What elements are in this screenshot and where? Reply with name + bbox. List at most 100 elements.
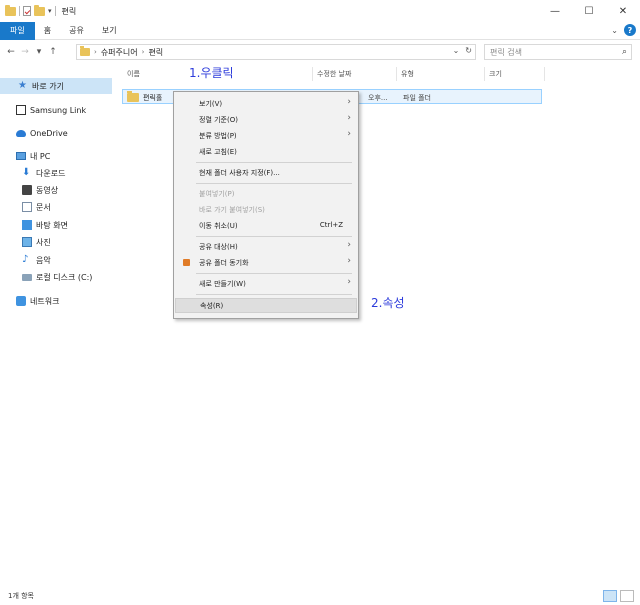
submenu-arrow-icon: ›	[347, 256, 351, 266]
file-type: 파일 폴더	[403, 94, 431, 102]
ribbon-expand-icon[interactable]: ⌄	[611, 26, 618, 35]
sidebar-item-pictures[interactable]: 사진	[0, 234, 112, 250]
properties-icon[interactable]	[23, 6, 31, 16]
close-button[interactable]: ✕	[606, 0, 640, 22]
menu-separator	[196, 273, 352, 274]
menu-item-label: 보기(V)	[199, 99, 223, 108]
search-placeholder: 편릭 검색	[490, 47, 522, 57]
up-arrow-icon[interactable]: ↑	[46, 45, 60, 59]
menu-item-customize-folder[interactable]: 현재 폴더 사용자 지정(F)...	[175, 165, 357, 180]
quick-access-toolbar: ▾	[0, 0, 56, 22]
menu-separator	[196, 183, 352, 184]
sidebar-item-label: OneDrive	[30, 128, 68, 138]
menu-item-group-by[interactable]: 분류 방법(P) ›	[175, 128, 357, 143]
column-header-type[interactable]: 유형	[397, 67, 485, 81]
recent-locations-dropdown[interactable]: ▾	[32, 45, 46, 59]
menu-item-label: 분류 방법(P)	[199, 131, 237, 140]
tab-home[interactable]: 홈	[35, 22, 60, 40]
sidebar-item-label: 다운로드	[36, 168, 66, 178]
menu-item-sync-shared-folder[interactable]: 공유 폴더 동기화 ›	[175, 255, 357, 270]
menu-item-undo-move[interactable]: 이동 취소(U) Ctrl+Z	[175, 218, 357, 233]
sidebar-item-label: 문서	[36, 202, 51, 212]
sync-icon	[183, 259, 190, 266]
window-controls: — ☐ ✕	[538, 0, 640, 22]
sidebar-item-documents[interactable]: 문서	[0, 199, 112, 215]
details-view-button[interactable]	[603, 590, 617, 602]
menu-item-label: 붙여넣기(P)	[199, 189, 235, 198]
new-folder-icon[interactable]	[34, 4, 45, 16]
sidebar-item-label: 바탕 화면	[36, 220, 68, 230]
sidebar-item-downloads[interactable]: ⬇ 다운로드	[0, 165, 112, 181]
column-header-size[interactable]: 크기	[485, 67, 545, 81]
menu-item-refresh[interactable]: 새로 고침(E)	[175, 144, 357, 159]
disk-icon	[22, 273, 32, 281]
forward-arrow-icon[interactable]: →	[18, 45, 32, 59]
maximize-button[interactable]: ☐	[572, 0, 606, 22]
menu-separator	[196, 294, 352, 295]
sidebar-item-this-pc[interactable]: 내 PC	[0, 148, 112, 164]
menu-item-view[interactable]: 보기(V) ›	[175, 96, 357, 111]
sidebar-item-videos[interactable]: 동영상	[0, 182, 112, 198]
sidebar-item-local-disk[interactable]: 로컬 디스크 (C:)	[0, 269, 112, 285]
menu-item-paste-shortcut[interactable]: 바로 가기 붙여넣기(S)	[175, 202, 357, 217]
tab-view[interactable]: 보기	[93, 22, 126, 40]
video-icon	[22, 185, 32, 195]
menu-item-label: 바로 가기 붙여넣기(S)	[199, 205, 265, 214]
menu-item-label: 속성(R)	[200, 301, 224, 310]
customize-toolbar-dropdown[interactable]: ▾	[48, 7, 52, 15]
star-icon: ★	[18, 80, 27, 91]
sidebar-item-desktop[interactable]: 바탕 화면	[0, 217, 112, 233]
menu-item-paste[interactable]: 붙여넣기(P)	[175, 186, 357, 201]
sidebar-item-label: 바로 가기	[32, 81, 64, 91]
menu-item-label: 공유 폴더 동기화	[199, 258, 249, 267]
search-icon[interactable]: ⌕	[622, 47, 627, 57]
sidebar-item-music[interactable]: ♪ 음악	[0, 252, 112, 268]
menu-item-sort-by[interactable]: 정렬 기준(O) ›	[175, 112, 357, 127]
sidebar-item-label: Samsung Link	[30, 105, 87, 115]
sidebar-item-samsung-link[interactable]: Samsung Link	[0, 102, 112, 118]
breadcrumb-item[interactable]: 편릭	[148, 47, 163, 58]
folder-icon	[127, 91, 139, 102]
samsung-link-icon	[16, 105, 26, 115]
desktop-icon	[22, 220, 32, 230]
large-icons-view-button[interactable]	[620, 590, 634, 602]
picture-icon	[22, 237, 32, 247]
sidebar-item-onedrive[interactable]: OneDrive	[0, 125, 112, 141]
refresh-icon[interactable]: ↻	[465, 46, 472, 55]
search-input[interactable]: 편릭 검색 ⌕	[484, 44, 632, 60]
sidebar-item-quick-access[interactable]: ★ 바로 가기	[0, 78, 112, 94]
menu-item-new[interactable]: 새로 만들기(W) ›	[175, 276, 357, 291]
sidebar-item-label: 네트워크	[30, 296, 60, 306]
address-dropdown-icon[interactable]: ⌄	[453, 46, 460, 55]
sidebar-item-network[interactable]: 네트워크	[0, 293, 112, 309]
music-icon: ♪	[22, 254, 29, 265]
menu-item-label: 현재 폴더 사용자 지정(F)...	[199, 168, 280, 177]
file-date: 오후...	[368, 94, 388, 102]
menu-item-label: 새로 만들기(W)	[199, 279, 246, 288]
folder-icon	[5, 4, 16, 16]
column-header-date[interactable]: 수정한 날짜	[313, 67, 397, 81]
menu-item-share-with[interactable]: 공유 대상(H) ›	[175, 239, 357, 254]
tab-share[interactable]: 공유	[60, 22, 93, 40]
file-name: 편릭홀	[143, 94, 163, 102]
address-bar[interactable]: › 슈퍼주니어 › 편릭 ⌄ ↻	[76, 44, 476, 60]
help-icon[interactable]: ?	[624, 24, 636, 36]
submenu-arrow-icon: ›	[347, 113, 351, 123]
navigation-bar: ← → ▾ ↑ › 슈퍼주니어 › 편릭 ⌄ ↻ 편릭 검색 ⌕	[0, 41, 640, 63]
title-bar: ▾ 편릭 — ☐ ✕	[0, 0, 640, 22]
navigation-pane: ★ 바로 가기 Samsung Link OneDrive 내 PC ⬇ 다운로…	[0, 75, 112, 585]
tab-file[interactable]: 파일	[0, 21, 35, 40]
status-bar: 1개 항목	[0, 587, 640, 605]
submenu-arrow-icon: ›	[347, 97, 351, 107]
minimize-button[interactable]: —	[538, 0, 572, 22]
menu-separator	[196, 162, 352, 163]
sidebar-item-label: 내 PC	[30, 151, 51, 161]
ribbon-tabs: 파일 홈 공유 보기 ⌄ ?	[0, 21, 640, 40]
sidebar-item-label: 동영상	[36, 185, 59, 195]
menu-separator	[196, 236, 352, 237]
breadcrumb-item[interactable]: 슈퍼주니어	[101, 47, 138, 58]
sidebar-item-label: 음악	[36, 255, 51, 265]
menu-item-properties[interactable]: 속성(R)	[175, 298, 357, 313]
breadcrumb-separator: ›	[94, 48, 97, 56]
back-arrow-icon[interactable]: ←	[4, 45, 18, 59]
